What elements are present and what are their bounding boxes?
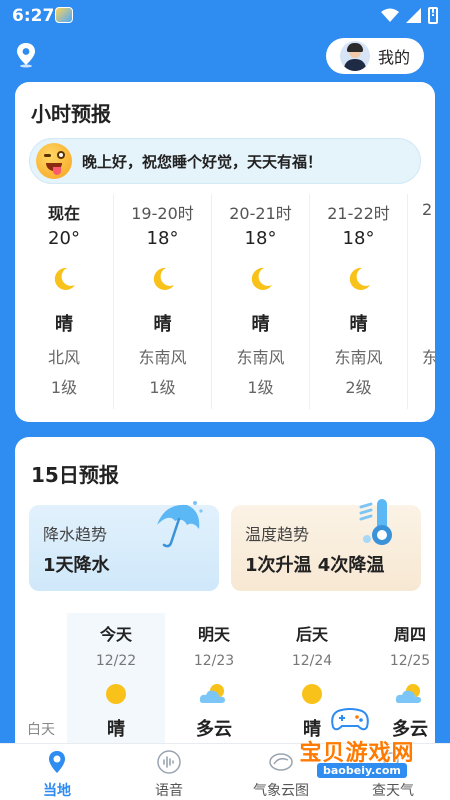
moon-icon — [251, 267, 272, 290]
day-name: 今天 — [99, 625, 132, 644]
moon-icon — [349, 267, 370, 290]
hour-condition: 晴 — [251, 314, 270, 335]
hourly-scroll-list[interactable]: 现在 20° 晴 北风 1级 19-20时 18° 晴 东南风 1级 20-21… — [15, 194, 435, 409]
day-condition: 多云 — [196, 719, 232, 740]
partly-cloudy-icon — [199, 684, 225, 703]
moon-icon — [54, 267, 75, 290]
winking-face-icon — [36, 143, 72, 179]
signal-icon — [406, 8, 421, 23]
rain-trend-card[interactable]: 降水趋势 1天降水 — [29, 501, 219, 591]
nav-label: 气象云图 — [253, 783, 309, 799]
nav-label: 查天气 — [372, 783, 414, 799]
hour-item: 21-22时 18° 晴 东南风 2级 — [309, 194, 407, 409]
watermark: 宝贝游戏网 baobeiy.com — [282, 703, 432, 783]
location-pin-icon[interactable] — [15, 42, 37, 68]
hour-item: 20-21时 18° 晴 东南风 1级 — [211, 194, 309, 409]
day-name: 后天 — [295, 625, 328, 644]
day-date: 12/25 — [389, 653, 431, 669]
status-icons — [381, 6, 438, 24]
hour-item: 现在 20° 晴 北风 1级 — [15, 194, 113, 409]
nav-tab-local[interactable]: 当地 — [12, 744, 102, 800]
gamepad-icon — [331, 708, 369, 731]
sun-icon — [302, 684, 322, 704]
day-date: 12/22 — [95, 653, 137, 669]
hour-wind-level: 1级 — [247, 378, 274, 397]
day-item[interactable]: 今天 12/22 晴 — [67, 613, 165, 757]
day-name: 周四 — [393, 625, 426, 644]
hour-condition: 晴 — [153, 314, 172, 335]
hour-wind: 北风 — [47, 348, 80, 367]
day-name: 明天 — [197, 625, 230, 644]
hour-time: 21-22时 — [327, 204, 390, 223]
status-bar: 6:27 — [0, 0, 450, 32]
nav-label: 当地 — [43, 783, 71, 799]
profile-button[interactable]: 我的 — [326, 38, 424, 74]
wifi-icon — [381, 8, 399, 22]
partly-cloudy-icon — [395, 684, 421, 703]
hour-condition: 晴 — [55, 314, 73, 335]
daily-title: 15日预报 — [31, 463, 119, 487]
hour-time: 现在 — [47, 204, 80, 223]
hour-temp: 20° — [48, 228, 80, 249]
temperature-trend-card[interactable]: 温度趋势 1次升温 4次降温 — [231, 499, 421, 591]
hour-condition: 晴 — [349, 314, 368, 335]
day-item[interactable]: 明天 12/23 多云 — [165, 613, 263, 757]
avatar — [340, 41, 370, 71]
daytime-row-label: 白天 — [27, 722, 55, 738]
day-date: 12/23 — [193, 653, 235, 669]
hourly-forecast-card: 小时预报 晚上好，祝您睡个好觉，天天有福！ 现在 20° 晴 北风 1级 19-… — [15, 82, 435, 422]
temp-trend-value: 1次升温 4次降温 — [245, 555, 385, 576]
hour-wind-level: 1级 — [149, 378, 176, 397]
location-pin-icon — [49, 751, 65, 773]
hour-temp: 18° — [244, 228, 277, 249]
hour-wind-level: 1级 — [50, 378, 78, 397]
watermark-url: baobeiy.com — [317, 763, 407, 778]
hour-temp: 18° — [146, 228, 179, 249]
hour-wind: 东 — [422, 348, 435, 367]
nav-tab-voice[interactable]: 语音 — [124, 744, 214, 800]
hourly-title: 小时预报 — [31, 102, 111, 126]
hour-wind: 东南风 — [236, 348, 285, 367]
nav-label: 语音 — [155, 783, 183, 799]
voice-wave-icon — [157, 750, 181, 774]
hour-wind-level: 2级 — [345, 378, 372, 397]
hour-temp: 18° — [342, 228, 375, 249]
hour-time: 20-21时 — [229, 204, 292, 223]
temp-trend-label: 温度趋势 — [245, 525, 310, 544]
profile-label: 我的 — [378, 48, 411, 67]
hour-time: 19-20时 — [131, 204, 194, 223]
hour-item-partial: 2 东 — [407, 194, 435, 409]
hour-item: 19-20时 18° 晴 东南风 1级 — [113, 194, 211, 409]
day-date: 12/24 — [291, 653, 333, 669]
hour-wind: 东南风 — [334, 348, 383, 367]
greeting-banner: 晚上好，祝您睡个好觉，天天有福！ — [29, 138, 421, 184]
rain-trend-value: 1天降水 — [43, 555, 110, 576]
greeting-text: 晚上好，祝您睡个好觉，天天有福！ — [82, 152, 323, 171]
battery-alert-icon — [428, 6, 438, 24]
thermometer-icon — [359, 499, 392, 545]
status-time: 6:27 — [12, 6, 55, 26]
moon-icon — [153, 267, 174, 290]
day-condition: 晴 — [107, 719, 125, 740]
notification-app-icon — [55, 7, 73, 23]
umbrella-icon — [157, 501, 203, 548]
sun-icon — [106, 684, 126, 704]
rain-trend-label: 降水趋势 — [43, 525, 108, 544]
hour-time: 2 — [422, 200, 433, 219]
hour-wind: 东南风 — [138, 348, 187, 367]
